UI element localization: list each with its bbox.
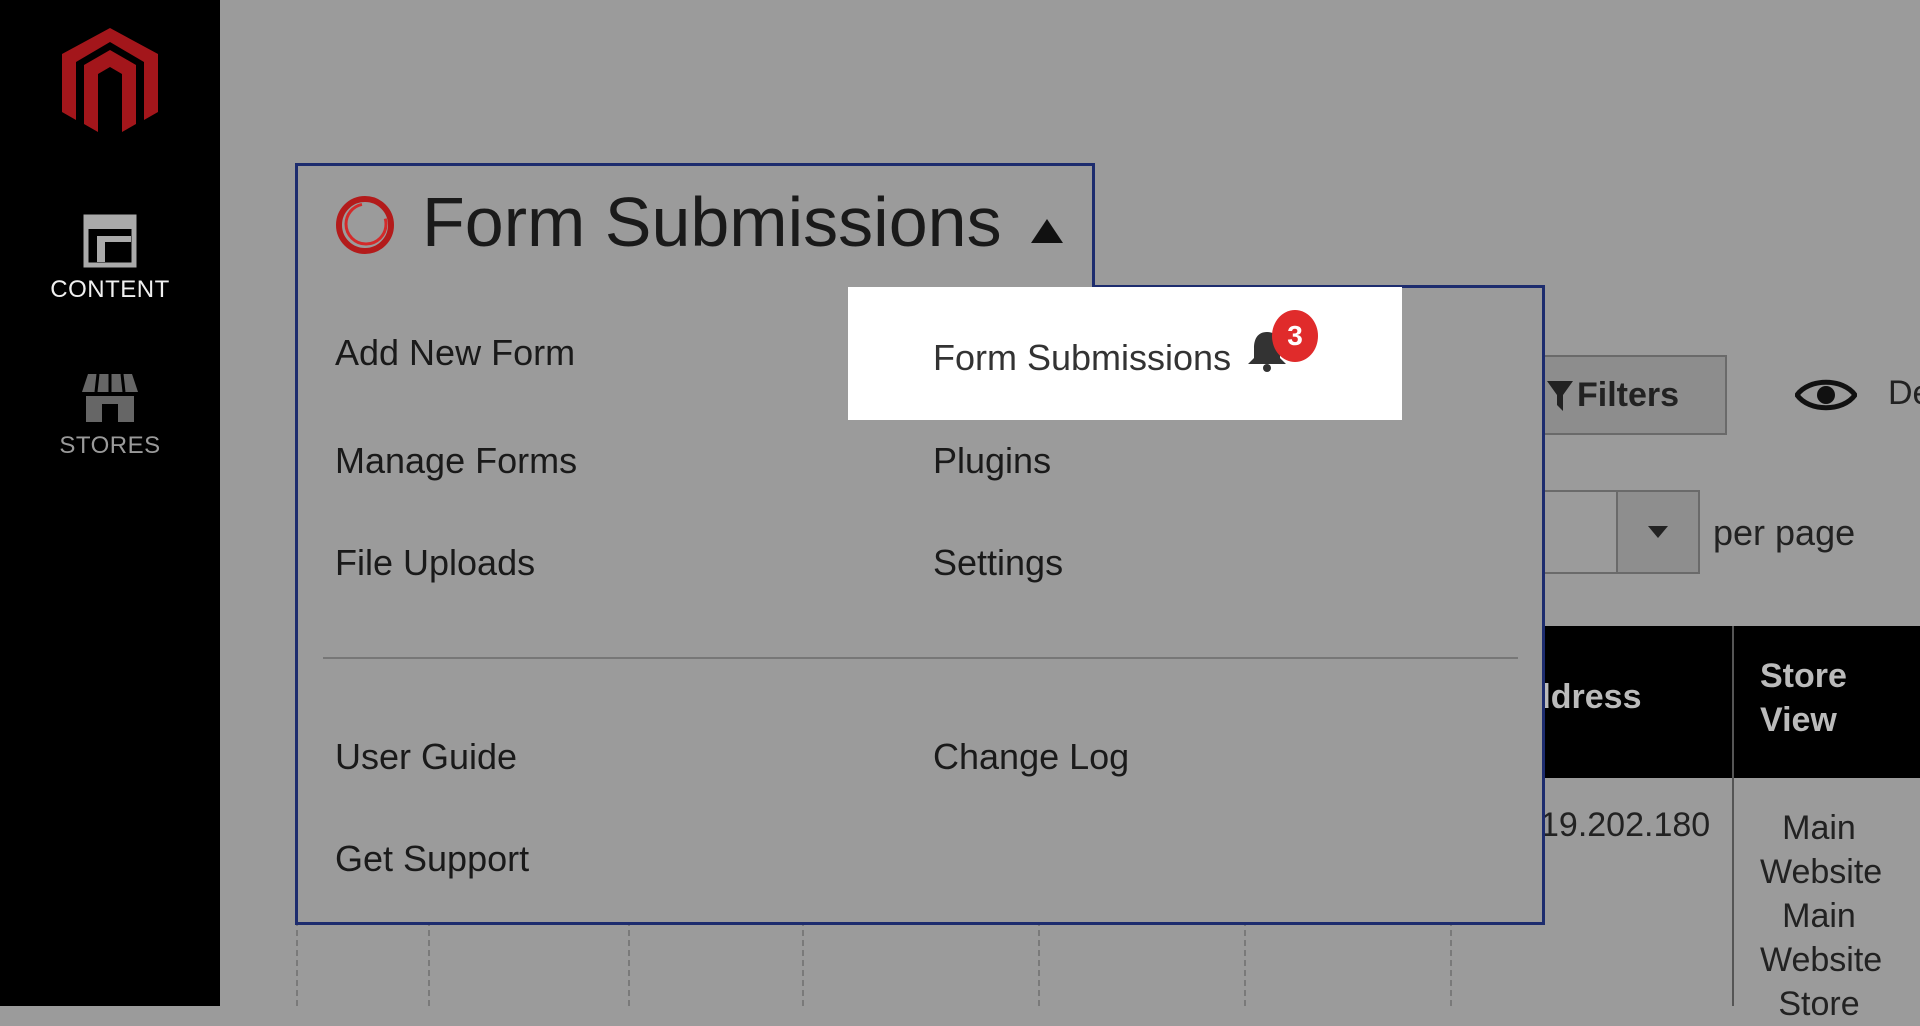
sidebar-item-stores[interactable]: STORES	[0, 372, 220, 460]
menu-item-change-log[interactable]: Change Log	[933, 736, 1129, 778]
sidebar-item-content[interactable]: CONTENT	[0, 214, 220, 304]
grid-column-line	[296, 920, 298, 1006]
filters-button[interactable]: Filters	[1515, 355, 1727, 435]
grid-column-line	[1450, 920, 1452, 1006]
grid-column-line	[1244, 920, 1246, 1006]
sidebar-item-label: CONTENT	[50, 276, 170, 303]
per-page-label: per page	[1713, 512, 1856, 553]
layout-icon	[83, 214, 137, 268]
menu-item-settings[interactable]: Settings	[933, 542, 1063, 584]
chevron-down-icon[interactable]	[1616, 492, 1698, 572]
notification-count-badge: 3	[1272, 310, 1318, 362]
cell-store-view: Main Website Main Website Store	[1760, 809, 1883, 1023]
sidebar-item-label: STORES	[59, 432, 161, 459]
menu-item-manage-forms[interactable]: Manage Forms	[335, 440, 577, 482]
caret-up-icon[interactable]	[1031, 219, 1063, 243]
menu-title[interactable]: Form Submissions	[422, 182, 1002, 262]
admin-sidebar: CONTENT STORES	[0, 0, 220, 1006]
menu-item-add-new-form[interactable]: Add New Form	[335, 332, 575, 374]
grid-column-line	[1038, 920, 1040, 1006]
grid-column-line	[428, 920, 430, 1006]
grid-column-line	[802, 920, 804, 1006]
menu-divider	[323, 657, 1518, 659]
menu-item-file-uploads[interactable]: File Uploads	[335, 542, 535, 584]
eye-icon[interactable]	[1795, 376, 1857, 414]
plugin-ring-logo-icon	[336, 196, 394, 254]
column-header-ip-address[interactable]: ddress	[1530, 678, 1642, 717]
menu-item-plugins[interactable]: Plugins	[933, 440, 1051, 482]
grid-column-line	[628, 920, 630, 1006]
column-header-store-view[interactable]: Store View	[1760, 654, 1847, 742]
column-divider	[1732, 626, 1734, 1006]
menu-item-form-submissions-label[interactable]: Form Submissions	[933, 337, 1231, 379]
cell-ip-address: 19.202.180	[1540, 806, 1711, 844]
filter-funnel-icon	[1547, 381, 1573, 411]
menu-item-get-support[interactable]: Get Support	[335, 838, 529, 880]
storefront-icon	[82, 373, 138, 422]
menu-item-user-guide[interactable]: User Guide	[335, 736, 517, 778]
magento-logo-icon[interactable]	[62, 28, 158, 132]
default-view-label[interactable]: De	[1888, 374, 1920, 413]
